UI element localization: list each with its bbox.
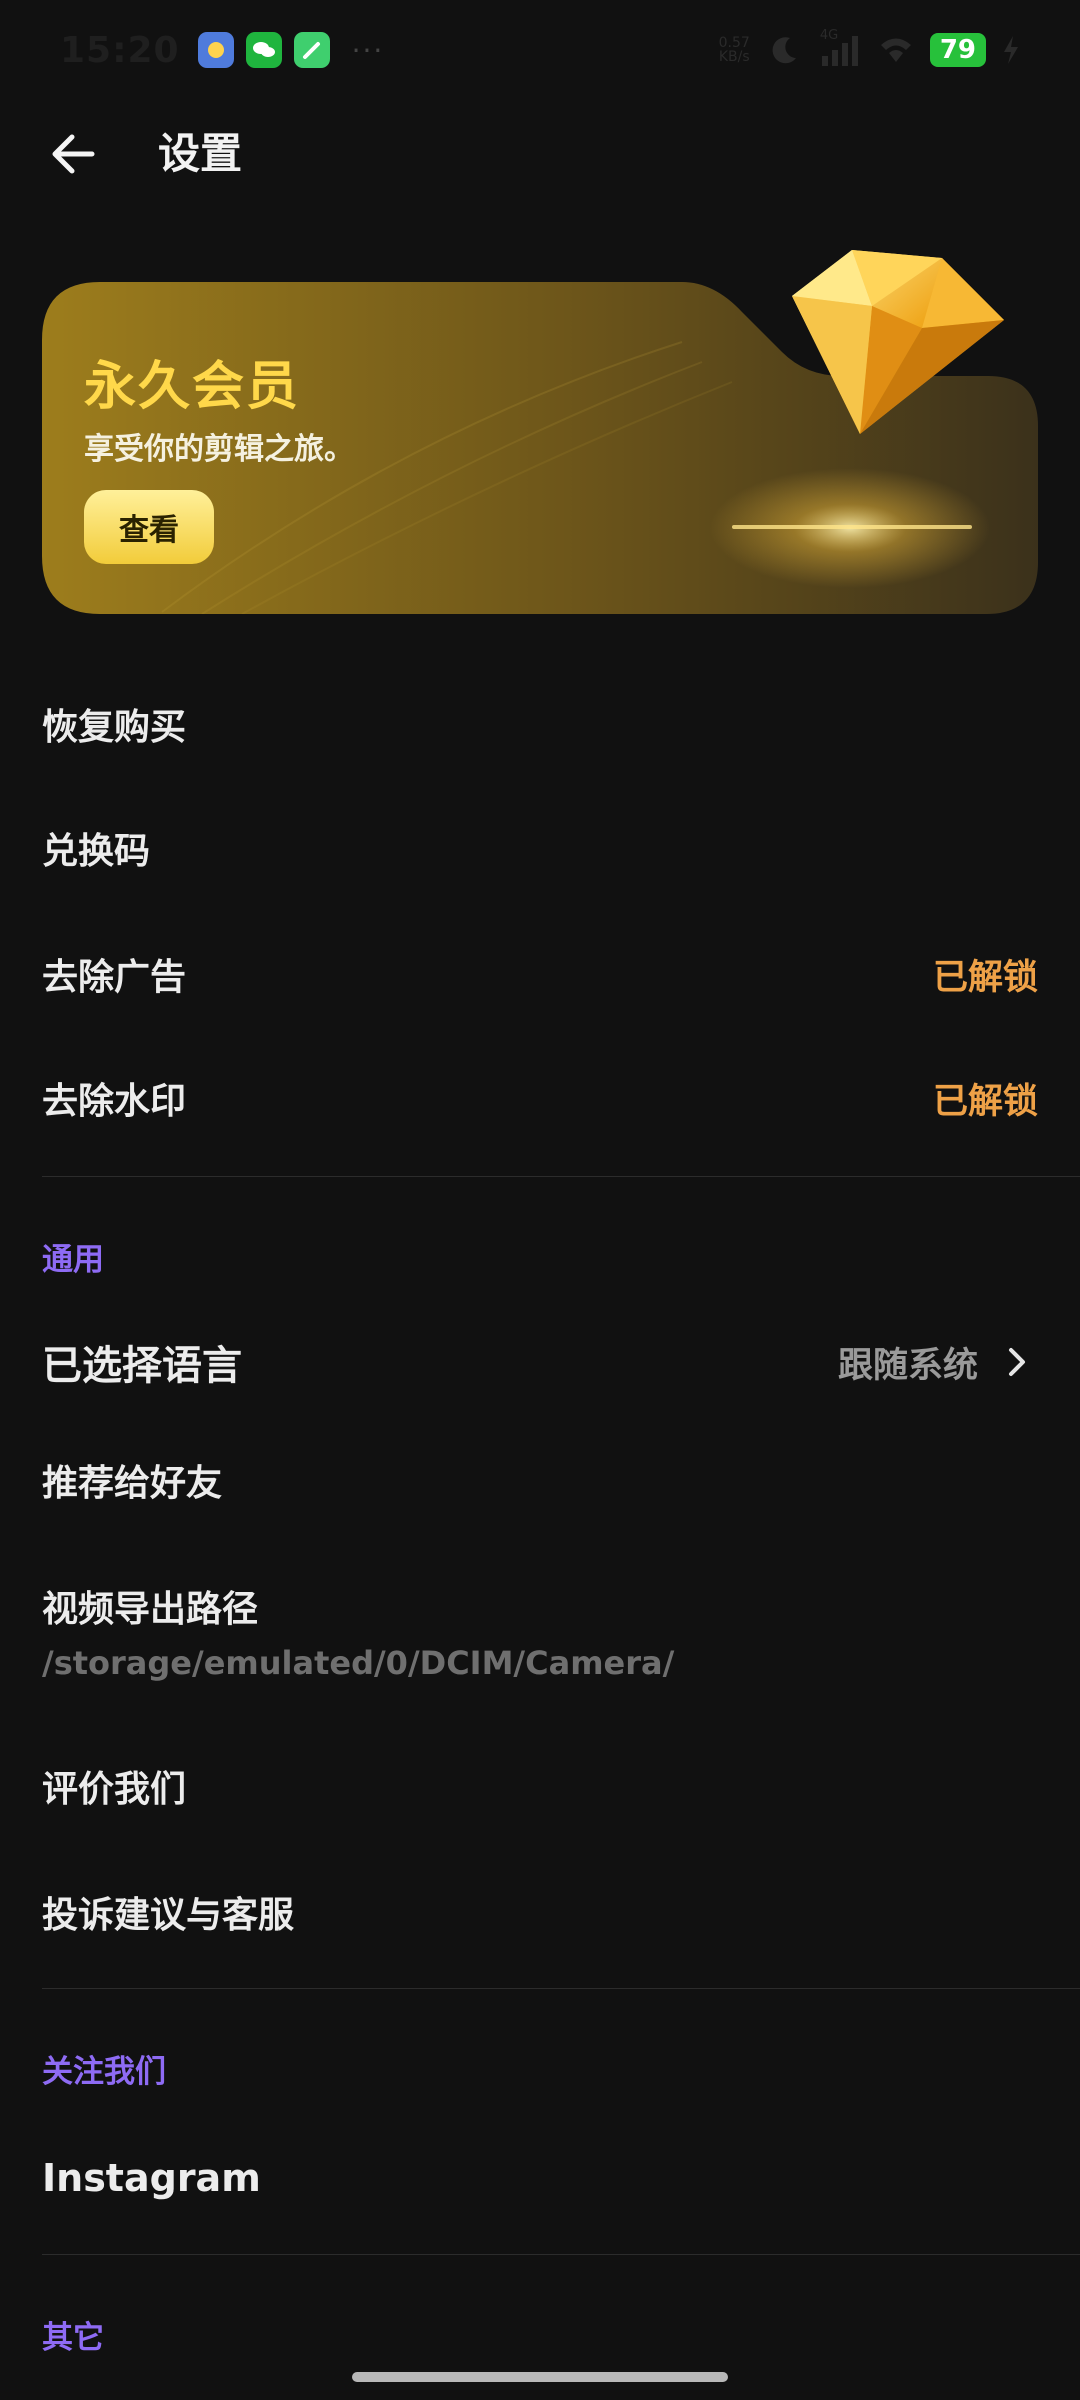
wifi-icon xyxy=(880,38,911,62)
gallery-app-icon xyxy=(197,32,234,68)
system-icons: 0.57 KB/s 4G 79 xyxy=(719,28,1020,68)
instagram-item[interactable]: Instagram xyxy=(42,2148,1038,2208)
remove-ads-item[interactable]: 去除广告 已解锁 xyxy=(42,944,1038,1004)
do-not-disturb-moon-icon xyxy=(772,37,796,64)
remove-watermark-item[interactable]: 去除水印 已解锁 xyxy=(42,1068,1038,1128)
restore-purchase-label: 恢复购买 xyxy=(42,707,187,748)
banner-subtitle: 享受你的剪辑之旅。 xyxy=(84,432,354,467)
network-speed: 0.57 KB/s xyxy=(719,36,750,64)
banner-title: 永久会员 xyxy=(84,357,301,417)
view-membership-button[interactable]: 查看 xyxy=(84,490,214,564)
premium-banner[interactable]: 永久会员 享受你的剪辑之旅。 查看 xyxy=(42,250,1038,614)
section-title-general: 通用 xyxy=(42,1242,104,1278)
remove-ads-status: 已解锁 xyxy=(932,957,1038,998)
divider xyxy=(42,2254,1080,2255)
cellular-signal-icon: 4G xyxy=(818,28,862,68)
more-notifications-icon: ··· xyxy=(351,33,385,67)
wechat-app-icon xyxy=(245,32,282,68)
remove-ads-label: 去除广告 xyxy=(42,957,187,998)
language-label: 已选择语言 xyxy=(42,1343,242,1389)
tools-app-icon xyxy=(293,32,330,68)
language-item[interactable]: 已选择语言 跟随系统 xyxy=(42,1330,1038,1394)
status-time: 15:20 xyxy=(60,29,180,71)
redeem-code-item[interactable]: 兑换码 xyxy=(42,818,1038,878)
restore-purchase-item[interactable]: 恢复购买 xyxy=(42,694,1038,754)
network-type: 4G xyxy=(819,28,839,43)
redeem-code-label: 兑换码 xyxy=(42,831,151,872)
charging-bolt-icon xyxy=(1004,36,1018,64)
status-bar: 15:20 ··· 0.57 KB/s 4G 79 xyxy=(0,0,1080,100)
export-path-value: /storage/emulated/0/DCIM/Camera/ xyxy=(42,1644,675,1682)
recommend-item[interactable]: 推荐给好友 xyxy=(42,1450,1038,1510)
rate-us-item[interactable]: 评价我们 xyxy=(42,1756,1038,1816)
rate-us-label: 评价我们 xyxy=(42,1769,187,1810)
language-value: 跟随系统 xyxy=(837,1345,978,1386)
divider xyxy=(42,1988,1080,1989)
network-speed-unit: KB/s xyxy=(718,49,750,65)
instagram-label: Instagram xyxy=(42,2156,261,2200)
chevron-right-icon xyxy=(1009,1348,1025,1376)
back-arrow-icon[interactable] xyxy=(46,126,102,182)
battery-level: 79 xyxy=(929,33,986,67)
divider xyxy=(42,1176,1080,1177)
feedback-item[interactable]: 投诉建议与客服 xyxy=(42,1882,1038,1942)
remove-watermark-label: 去除水印 xyxy=(42,1081,187,1122)
remove-watermark-status: 已解锁 xyxy=(932,1081,1038,1122)
feedback-label: 投诉建议与客服 xyxy=(42,1895,295,1936)
section-title-follow: 关注我们 xyxy=(42,2054,166,2090)
recommend-label: 推荐给好友 xyxy=(42,1463,223,1504)
export-path-item[interactable]: 视频导出路径 xyxy=(42,1576,1038,1636)
network-speed-value: 0.57 xyxy=(718,35,750,51)
app-header: 设置 xyxy=(0,110,1080,190)
notification-icons: ··· xyxy=(197,32,385,68)
diamond-icon xyxy=(792,250,1004,434)
page-title: 设置 xyxy=(158,128,243,178)
export-path-label: 视频导出路径 xyxy=(42,1589,259,1630)
home-indicator[interactable] xyxy=(352,2372,728,2382)
section-title-other: 其它 xyxy=(42,2320,104,2356)
